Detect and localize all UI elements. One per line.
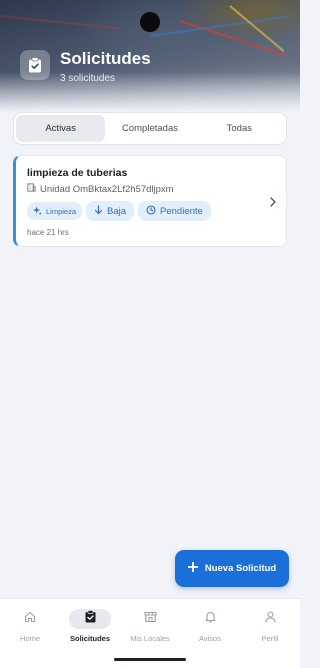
nav-perfil-label: Perfil [261, 634, 279, 643]
new-request-label: Nueva Solicitud [204, 563, 277, 574]
request-unit: Unidad OmBktax2Lf2h57dljpxm [27, 183, 174, 195]
category-badge: Limpieza [27, 202, 83, 220]
request-card[interactable]: limpieza de tuberias Unidad OmBktax2Lf2h… [13, 155, 287, 247]
status-label: Pendiente [160, 205, 203, 217]
category-label: Limpieza [46, 206, 77, 216]
tab-completadas[interactable]: Completadas [105, 115, 194, 142]
tab-activas[interactable]: Activas [16, 115, 106, 142]
nav-home[interactable]: Home [0, 609, 60, 643]
clipboard-check-icon [20, 50, 50, 80]
nav-mis-locales[interactable]: Mis Locales [120, 609, 180, 643]
store-icon [143, 610, 157, 628]
background-decoration [0, 15, 120, 30]
nav-solicitudes[interactable]: Solicitudes [60, 609, 120, 643]
user-icon [264, 610, 276, 628]
nav-mis-locales-label: Mis Locales [130, 634, 170, 643]
request-title: limpieza de tuberias [27, 167, 128, 179]
arrow-down-icon [94, 204, 103, 218]
nav-solicitudes-label: Solicitudes [69, 634, 110, 643]
request-chips: Limpieza Baja Pendiente [27, 201, 211, 221]
tab-todas[interactable]: Todas [195, 115, 284, 142]
page-subtitle: 3 solicitudes [60, 73, 116, 84]
page-title: Solicitudes [60, 49, 151, 68]
chevron-right-icon [270, 194, 276, 212]
request-time: hace 21 hrs [27, 228, 69, 237]
request-unit-label: Unidad OmBktax2Lf2h57dljpxm [40, 183, 174, 195]
home-indicator[interactable] [114, 658, 186, 661]
priority-badge: Baja [86, 201, 135, 221]
nav-avisos-label: Avisos [199, 634, 221, 643]
nav-avisos[interactable]: Avisos [180, 609, 240, 643]
home-icon [24, 610, 36, 628]
priority-label: Baja [107, 205, 127, 217]
sparkle-icon [33, 205, 42, 217]
plus-icon [187, 561, 199, 575]
status-badge: Pendiente [138, 201, 211, 221]
camera-cutout [140, 12, 160, 32]
nav-home-label: Home [19, 634, 40, 643]
nav-perfil[interactable]: Perfil [240, 609, 300, 643]
new-request-button[interactable]: Nueva Solicitud [175, 550, 289, 587]
bell-icon [204, 610, 216, 628]
filter-tabs: Activas Completadas Todas [13, 112, 287, 145]
building-icon [27, 183, 36, 195]
clock-icon [146, 204, 156, 218]
clipboard-check-icon [85, 610, 96, 628]
